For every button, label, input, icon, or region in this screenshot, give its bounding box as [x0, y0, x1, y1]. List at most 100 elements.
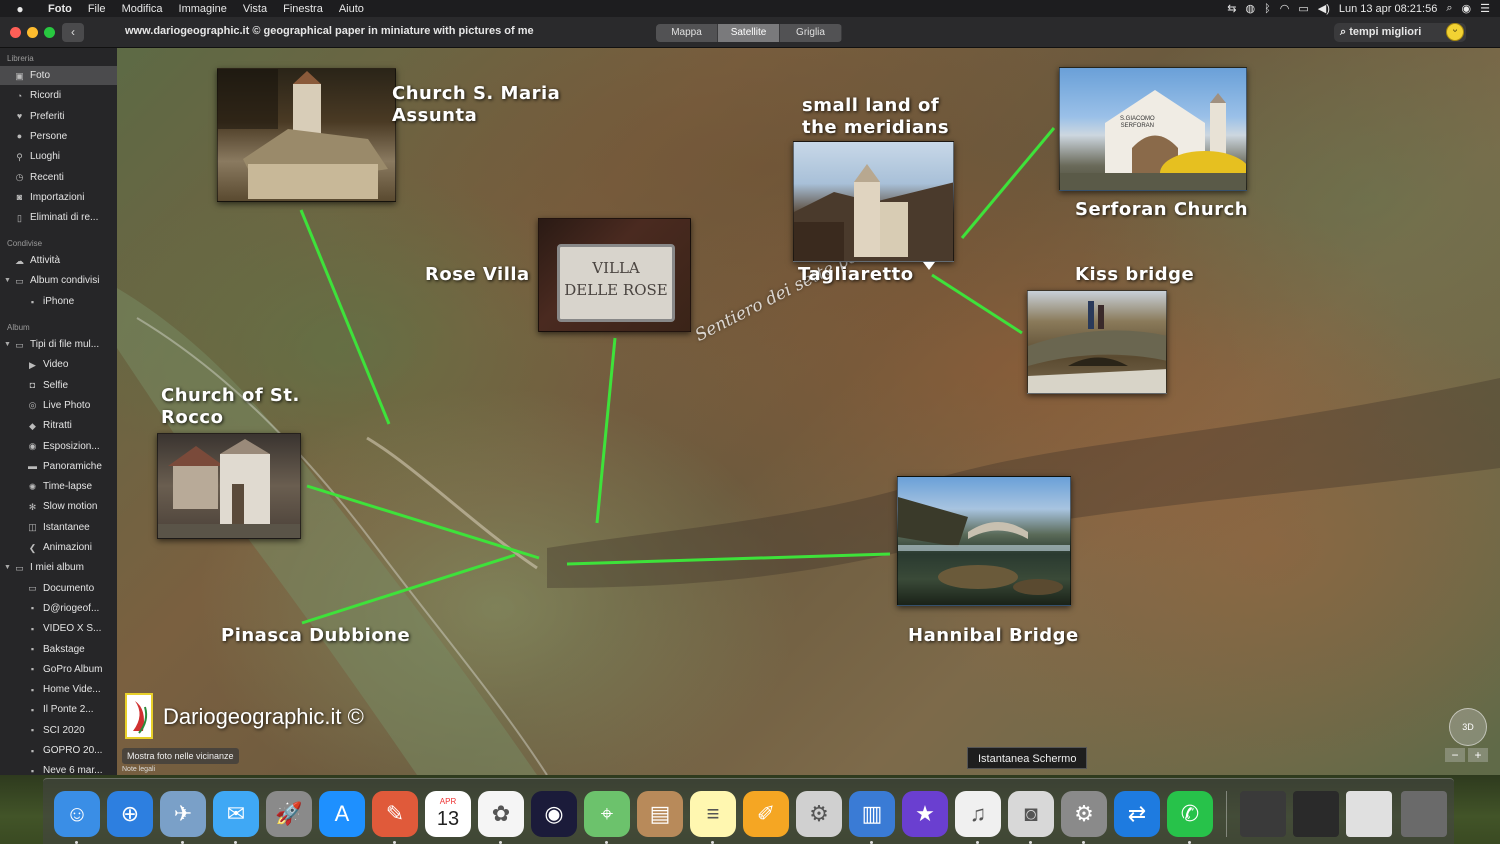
notification-center-icon[interactable]: ☰ [1480, 2, 1490, 15]
segment-griglia[interactable]: Griglia [780, 24, 842, 42]
screenshot-icon[interactable]: ◙ [1008, 791, 1054, 837]
sidebar-item[interactable]: ▪ Home Vide... [0, 680, 117, 699]
sidebar-item[interactable]: ◆ Ritratti [0, 416, 117, 435]
disclosure-triangle-icon[interactable]: ▼ [4, 558, 11, 577]
disclosure-triangle-icon[interactable]: ▼ [4, 271, 11, 290]
sidebar-item[interactable]: ◎ Live Photo [0, 396, 117, 415]
contacts-icon[interactable]: ▤ [637, 791, 683, 837]
sidebar-item[interactable]: ◫ Istantanee [0, 518, 117, 537]
zoom-in-button[interactable]: + [1468, 748, 1488, 762]
menu-file[interactable]: File [80, 3, 114, 15]
minimize-window-button[interactable] [27, 27, 38, 38]
imovie-icon[interactable]: ★ [902, 791, 948, 837]
close-window-button[interactable] [10, 27, 21, 38]
legal-notes-link[interactable]: Note legali [122, 766, 155, 773]
sidebar-item[interactable]: ✻ Slow motion [0, 497, 117, 516]
sidebar-item[interactable]: ▼ ▭ Album condivisi [0, 271, 117, 290]
sidebar-item[interactable]: ▼ ▭ I miei album [0, 558, 117, 577]
sidebar-item[interactable]: ◔ Ricordi [0, 86, 117, 105]
globe-icon[interactable]: ◍ [1246, 2, 1256, 15]
menu-aiuto[interactable]: Aiuto [331, 3, 372, 15]
show-nearby-photos-button[interactable]: Mostra foto nelle vicinanze [122, 748, 239, 764]
sidebar-item[interactable]: ◙ Importazioni [0, 188, 117, 207]
sidebar-item[interactable]: ▪ Neve 6 mar... [0, 761, 117, 775]
recent-document-2-icon[interactable] [1293, 791, 1339, 837]
recent-document-3-icon[interactable] [1346, 791, 1392, 837]
airplay-icon[interactable]: ▭ [1298, 2, 1308, 15]
sidebar-item[interactable]: ▪ D@riogeof... [0, 599, 117, 618]
sidebar-item[interactable]: ☁ Attività [0, 251, 117, 270]
sidebar-item[interactable]: ◘ Selfie [0, 376, 117, 395]
sidebar-item[interactable]: ◷ Recenti [0, 168, 117, 187]
photo-rose-villa[interactable]: VILLA DELLE ROSE [538, 218, 691, 332]
photo-serforan[interactable]: S.GIACOMO SERFORAN [1059, 67, 1247, 191]
sidebar-item[interactable]: ▪ GoPro Album [0, 660, 117, 679]
photo-kiss-bridge[interactable] [1027, 290, 1167, 394]
sidebar-item[interactable]: ▪ iPhone [0, 292, 117, 311]
sidebar-item[interactable]: ▭ Documento [0, 579, 117, 598]
safari-icon[interactable]: ⊕ [107, 791, 153, 837]
menu-modifica[interactable]: Modifica [114, 3, 171, 15]
notes-icon[interactable]: ≡ [690, 791, 736, 837]
back-button[interactable]: ‹ [62, 23, 84, 42]
finder-icon[interactable]: ☺ [54, 791, 100, 837]
pages-icon[interactable]: ✐ [743, 791, 789, 837]
spotlight-icon[interactable]: ⌕ [1446, 2, 1452, 15]
photo-hannibal-bridge[interactable] [897, 476, 1071, 606]
bluetooth-icon[interactable]: ᛒ [1264, 3, 1271, 15]
map-view[interactable]: Sentiero dei sette ponti Church S. Maria… [117, 48, 1500, 775]
photos-icon[interactable]: ✿ [478, 791, 524, 837]
disclosure-triangle-icon[interactable]: ▼ [4, 335, 11, 354]
wifi-icon[interactable]: ◠ [1280, 2, 1290, 15]
volume-icon[interactable]: ◀) [1318, 2, 1330, 15]
preview-eagle-icon[interactable]: ✈ [160, 791, 206, 837]
user-avatar-icon[interactable]: ◉ [1462, 2, 1472, 15]
clock[interactable]: Lun 13 apr 08:21:56 [1339, 3, 1437, 15]
launchpad-icon[interactable]: 🚀 [266, 791, 312, 837]
script-editor-icon[interactable]: ⚙ [796, 791, 842, 837]
keynote-icon[interactable]: ▥ [849, 791, 895, 837]
siri-icon[interactable]: ◉ [531, 791, 577, 837]
menu-vista[interactable]: Vista [235, 3, 275, 15]
pixelmator-icon[interactable]: ✎ [372, 791, 418, 837]
teamviewer-status-icon[interactable]: ⇆ [1227, 2, 1236, 15]
sidebar-item[interactable]: ▯ Eliminati di re... [0, 208, 117, 227]
sidebar-item[interactable]: ◉ Esposizion... [0, 437, 117, 456]
itunes-icon[interactable]: ♫ [955, 791, 1001, 837]
photo-church-s-maria[interactable] [217, 68, 396, 202]
sidebar-item[interactable]: ● Persone [0, 127, 117, 146]
segment-satellite[interactable]: Satellite [718, 24, 780, 42]
sidebar-item[interactable]: ▪ GOPRO 20... [0, 741, 117, 760]
sidebar-item[interactable]: ▶ Video [0, 355, 117, 374]
calendar-icon[interactable]: APR 13 [425, 791, 471, 837]
apple-menu-icon[interactable]: ● [0, 2, 40, 16]
system-preferences-icon[interactable]: ⚙ [1061, 791, 1107, 837]
zoom-window-button[interactable] [44, 27, 55, 38]
whatsapp-icon[interactable]: ✆ [1167, 791, 1213, 837]
menu-finestra[interactable]: Finestra [275, 3, 331, 15]
maps-icon[interactable]: ⌖ [584, 791, 630, 837]
sidebar-item[interactable]: ▪ Bakstage [0, 640, 117, 659]
sidebar-item[interactable]: ✺ Time-lapse [0, 477, 117, 496]
photo-tagliaretto[interactable] [793, 141, 954, 262]
messages-icon[interactable]: ✉ [213, 791, 259, 837]
sidebar-item[interactable]: ▪ SCI 2020 [0, 721, 117, 740]
sidebar-item[interactable]: ▪ VIDEO X S... [0, 619, 117, 638]
compass-3d-control[interactable]: 3D [1449, 708, 1487, 746]
sidebar-item[interactable]: ♥ Preferiti [0, 107, 117, 126]
sidebar-item[interactable]: ▪ Il Ponte 2... [0, 700, 117, 719]
menu-immagine[interactable]: Immagine [171, 3, 235, 15]
app-store-icon[interactable]: A [319, 791, 365, 837]
trash-icon[interactable] [1401, 791, 1447, 837]
sidebar-item[interactable]: ▼ ▭ Tipi di file mul... [0, 335, 117, 354]
sidebar-item[interactable]: ▣ Foto [0, 66, 117, 85]
menu-app[interactable]: Foto [40, 3, 80, 15]
zoom-out-button[interactable]: − [1445, 748, 1465, 762]
sidebar-item[interactable]: ❮ Animazioni [0, 538, 117, 557]
sidebar-item[interactable]: ▬ Panoramiche [0, 457, 117, 476]
sidebar-item[interactable]: ⚲ Luoghi [0, 147, 117, 166]
segment-mappa[interactable]: Mappa [656, 24, 718, 42]
photo-st-rocco[interactable] [157, 433, 301, 539]
teamviewer-icon[interactable]: ⇄ [1114, 791, 1160, 837]
recent-document-1-icon[interactable] [1240, 791, 1286, 837]
